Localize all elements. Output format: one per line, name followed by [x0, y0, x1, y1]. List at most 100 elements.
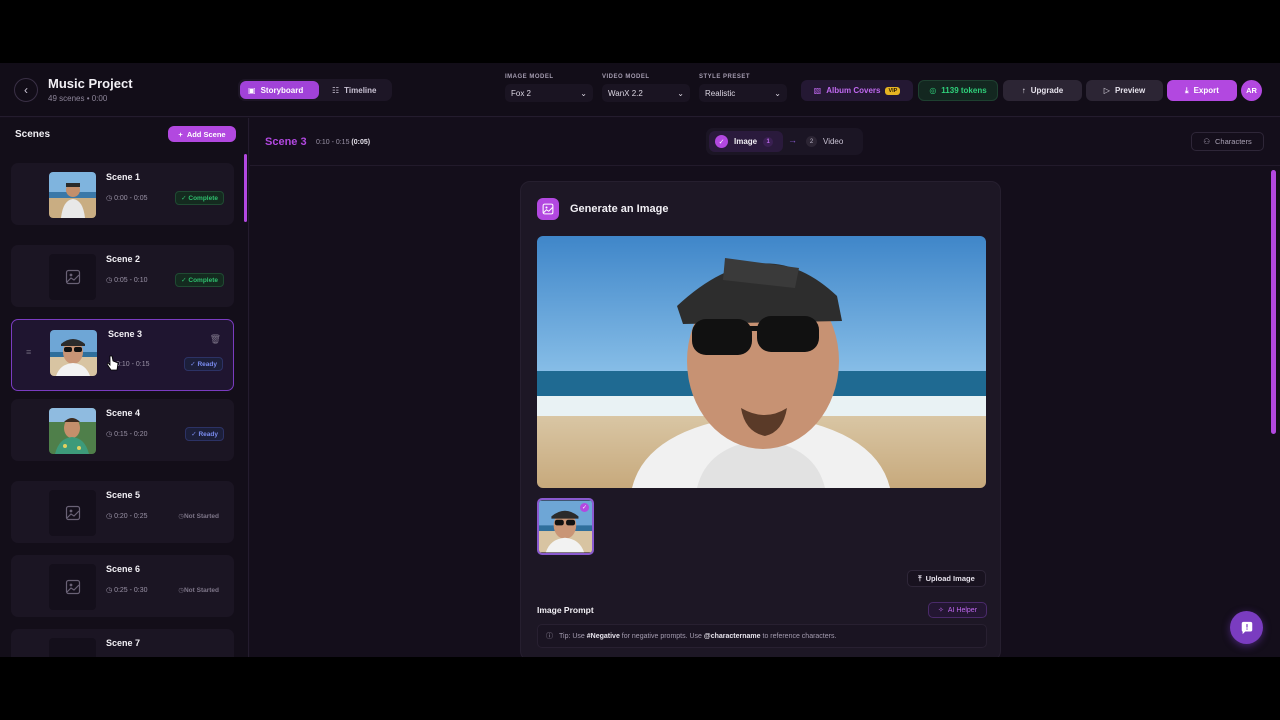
scene-card-5[interactable]: Scene 5 ◷ 0:20 - 0:25 ◷ Not Started — [11, 481, 234, 543]
project-meta: 49 scenes • 0:00 — [48, 94, 107, 103]
scene-duration: (0:05) — [351, 139, 371, 146]
app-window: ‹ Music Project 49 scenes • 0:00 ▣ Story… — [0, 63, 1280, 657]
scene-time-value: 0:10 - 0:15 — [116, 361, 150, 368]
drag-handle-icon[interactable]: ≡ — [26, 347, 31, 357]
storyboard-icon: ▣ — [248, 85, 256, 95]
step-image[interactable]: ✓ Image 1 — [709, 131, 783, 152]
scene-time-value: 0:20 - 0:25 — [114, 513, 148, 520]
scene-card-2[interactable]: Scene 2 ◷ 0:05 - 0:10 ✓ Complete — [11, 245, 234, 307]
style-preset-select[interactable]: Realistic ⌄ — [699, 84, 787, 102]
tip-suffix: to reference characters. — [762, 632, 837, 640]
scene-card-1[interactable]: Scene 1 ◷ 0:00 - 0:05 ✓ Complete — [11, 163, 234, 225]
scene-thumbnail — [49, 490, 96, 536]
tab-timeline-label: Timeline — [344, 85, 377, 95]
image-model-select[interactable]: Fox 2 ⌄ — [505, 84, 593, 102]
scene-photo — [49, 172, 96, 218]
avatar[interactable]: AR — [1241, 80, 1262, 101]
upload-image-button[interactable]: ⤒ Upload Image — [907, 570, 986, 587]
main-scrollbar[interactable] — [1271, 170, 1276, 434]
tip-character: @charactername — [703, 632, 761, 640]
status-badge: ✓ Ready — [185, 427, 224, 441]
clock-icon: ◷ — [106, 431, 115, 438]
scene-time-value: 0:00 - 0:05 — [114, 195, 148, 202]
scene-card-6[interactable]: Scene 6 ◷ 0:25 - 0:30 ◷ Not Started — [11, 555, 234, 617]
vip-badge: VIP — [885, 86, 901, 95]
tab-storyboard[interactable]: ▣ Storyboard — [240, 81, 319, 99]
video-model-group: VIDEO MODEL WanX 2.2 ⌄ — [602, 74, 690, 102]
add-scene-label: Add Scene — [186, 129, 226, 139]
top-header: ‹ Music Project 49 scenes • 0:00 ▣ Story… — [0, 63, 1280, 117]
add-scene-button[interactable]: + Add Scene — [168, 126, 236, 142]
export-label: Export — [1193, 86, 1219, 95]
plus-icon: + — [178, 129, 183, 139]
scene-card-7[interactable]: Scene 7 — [11, 629, 234, 657]
current-scene-label: Scene 3 — [265, 136, 307, 148]
ai-helper-button[interactable]: ✧ AI Helper — [928, 602, 987, 618]
scene-name: Scene 6 — [106, 564, 141, 574]
trash-icon[interactable]: 🗑 — [210, 334, 221, 345]
style-preset-label: STYLE PRESET — [699, 74, 751, 80]
step-video-number: 2 — [806, 136, 817, 147]
status-badge: ◷ Not Started — [173, 583, 224, 597]
tip-negative: #Negative — [586, 632, 620, 640]
scene-thumbnail — [49, 408, 96, 454]
arrow-right-icon: → — [788, 135, 797, 145]
scene-time-value: 0:05 - 0:10 — [114, 277, 148, 284]
album-covers-button[interactable]: ▧ Album Covers VIP — [801, 80, 913, 101]
scene-time: ◷ 0:00 - 0:05 — [106, 194, 148, 202]
scene-range-value: 0:10 - 0:15 — [316, 139, 350, 146]
chevron-left-icon: ‹ — [24, 83, 28, 97]
coin-icon: ◎ — [929, 86, 937, 95]
video-model-select[interactable]: WanX 2.2 ⌄ — [602, 84, 690, 102]
check-icon: ✓ — [715, 135, 728, 148]
step-image-label: Image — [734, 137, 758, 146]
project-title: Music Project — [48, 76, 133, 91]
image-prompt-label: Image Prompt — [537, 605, 594, 615]
info-icon: ⓘ — [546, 633, 553, 640]
scene-card-3[interactable]: ≡ Scene 3 🗑 ◷ 0:10 - 0:15 ✓ Ready — [11, 319, 234, 391]
scene-name: Scene 2 — [106, 254, 141, 264]
scene-range: 0:10 - 0:15 (0:05) — [316, 139, 370, 146]
clock-icon: ◷ — [106, 513, 115, 520]
back-button[interactable]: ‹ — [14, 78, 38, 102]
image-placeholder-icon — [65, 505, 80, 521]
users-icon: ⚇ — [1203, 137, 1211, 146]
upgrade-button[interactable]: ↑ Upgrade — [1003, 80, 1082, 101]
scenes-title: Scenes — [15, 129, 51, 140]
chevron-down-icon: ⌄ — [774, 88, 781, 98]
step-image-number: 1 — [763, 136, 774, 147]
scene-name: Scene 3 — [108, 329, 143, 339]
scene-time-value: 0:25 - 0:30 — [114, 587, 148, 594]
check-icon: ✓ — [580, 503, 589, 512]
sidebar-scrollbar[interactable] — [244, 154, 247, 222]
scene-count: 49 scenes — [48, 94, 85, 103]
scene-card-4[interactable]: Scene 4 ◷ 0:15 - 0:20 ✓ Ready — [11, 399, 234, 461]
scene-time: ◷ 0:15 - 0:20 — [106, 430, 148, 438]
upgrade-label: Upgrade — [1030, 86, 1064, 95]
hand-cursor-icon — [107, 355, 119, 371]
scene-thumbnail — [49, 172, 96, 218]
characters-button[interactable]: ⚇ Characters — [1191, 132, 1264, 151]
prompt-tip: ⓘ Tip: Use #Negative for negative prompt… — [537, 624, 987, 648]
image-placeholder-icon — [65, 579, 80, 595]
chat-button[interactable] — [1230, 611, 1263, 644]
export-button[interactable]: ⤓ Export — [1167, 80, 1237, 101]
scene-thumbnail — [49, 564, 96, 610]
chevron-down-icon: ⌄ — [677, 88, 684, 98]
step-video[interactable]: 2 Video — [806, 131, 843, 152]
image-variant-thumbnail[interactable]: ✓ — [537, 498, 594, 555]
image-model-group: IMAGE MODEL Fox 2 ⌄ — [505, 74, 593, 102]
status-badge: ✓ Complete — [175, 191, 224, 205]
album-covers-label: Album Covers — [826, 86, 881, 95]
generated-image[interactable] — [537, 236, 986, 488]
style-preset-value: Realistic — [705, 88, 736, 98]
sparkle-icon: ✧ — [937, 607, 944, 614]
image-model-value: Fox 2 — [511, 88, 532, 98]
image-placeholder-icon — [65, 269, 80, 285]
tab-timeline[interactable]: ☷ Timeline — [324, 81, 388, 99]
image-icon: ▧ — [813, 86, 822, 95]
image-model-label: IMAGE MODEL — [505, 74, 554, 80]
tokens-badge[interactable]: ◎ 1139 tokens — [918, 80, 998, 101]
view-toggle: ▣ Storyboard ☷ Timeline — [238, 79, 392, 101]
preview-button[interactable]: ▷ Preview — [1086, 80, 1163, 101]
